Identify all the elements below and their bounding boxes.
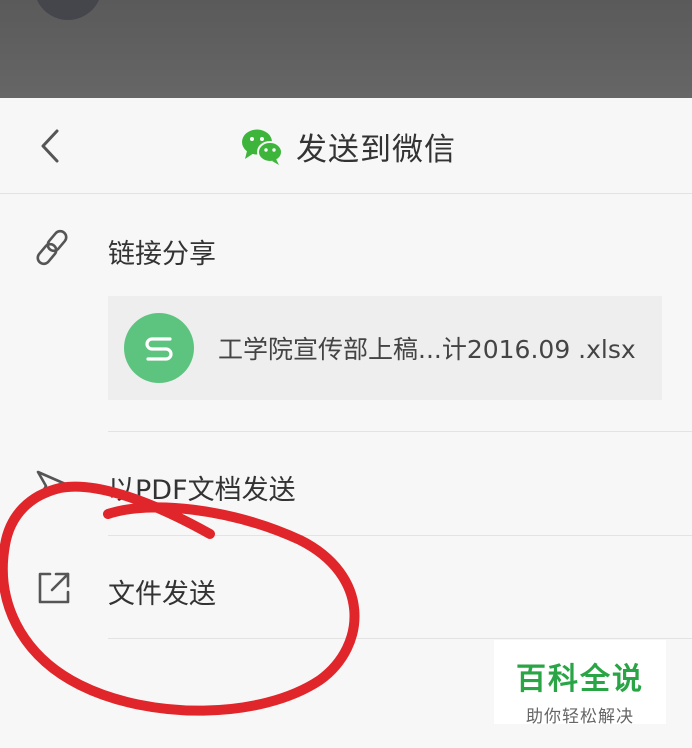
back-button[interactable] [28, 124, 72, 168]
option-file-send[interactable]: 文件发送 [0, 548, 692, 630]
watermark-subtitle: 助你轻松解决 [526, 707, 634, 727]
dimmed-background[interactable] [0, 0, 692, 98]
option-link-share-label: 链接分享 [108, 239, 216, 270]
sheet-header: 发送到微信 [0, 98, 692, 194]
option-pdf-send[interactable]: 以PDF文档发送 [0, 444, 692, 526]
file-name: 工学院宣传部上稿...计2016.09 .xlsx [218, 335, 636, 364]
option-file-send-label: 文件发送 [108, 579, 216, 610]
file-card[interactable]: 工学院宣传部上稿...计2016.09 .xlsx [108, 296, 662, 400]
send-arrow-icon [36, 470, 72, 502]
option-pdf-send-label: 以PDF文档发送 [108, 475, 296, 506]
watermark-title: 百科全说 [516, 662, 644, 697]
avatar [34, 0, 102, 20]
option-link-share[interactable]: 链接分享 [0, 208, 692, 288]
header-title-group: 发送到微信 [240, 124, 456, 168]
divider [108, 638, 692, 639]
chevron-left-icon [41, 129, 59, 163]
wechat-icon [242, 129, 283, 165]
page-title: 发送到微信 [296, 131, 456, 168]
spreadsheet-s-icon [124, 313, 194, 383]
divider [108, 535, 692, 536]
link-icon [36, 229, 68, 266]
watermark-badge: 百科全说 助你轻松解决 [494, 640, 666, 727]
divider [108, 431, 692, 432]
share-external-icon [38, 572, 70, 604]
